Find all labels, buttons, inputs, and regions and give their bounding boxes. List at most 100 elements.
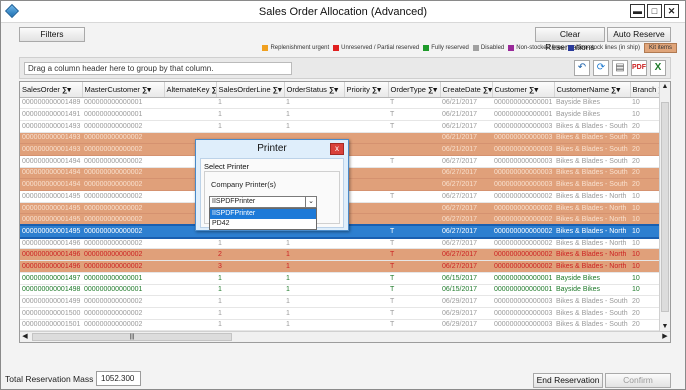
printer-options-list[interactable]: IISPDFPrinter PD42: [209, 208, 317, 230]
table-cell: 000000000000002: [492, 190, 554, 203]
table-cell: [344, 143, 388, 156]
table-row[interactable]: 000000000001497 000000000000001 1 1 T 06/15/2…: [20, 272, 660, 285]
scroll-right-icon[interactable]: ▶: [660, 332, 670, 342]
table-row[interactable]: 000000000001500 000000000000002 1 1 T 06/29/2…: [20, 307, 660, 320]
sum-filter-icon[interactable]: ∑▾: [611, 85, 620, 94]
table-cell: [344, 178, 388, 191]
column-header[interactable]: Customer ∑▾: [492, 82, 555, 98]
horizontal-scroll-thumb[interactable]: |||: [32, 333, 232, 341]
end-reservation-button[interactable]: End Reservation: [533, 373, 603, 388]
table-row[interactable]: 000000000001493 000000000000002 1 1 T 06/21/2…: [20, 120, 660, 133]
table-row[interactable]: 000000000001496 000000000000002 2 1 T 06/27/2…: [20, 248, 660, 262]
vertical-scroll-thumb[interactable]: [661, 102, 669, 312]
sum-filter-icon[interactable]: ∑▾: [428, 85, 437, 94]
undo-icon[interactable]: ↶: [574, 60, 590, 76]
legend-label: Replenishment urgent: [270, 45, 330, 51]
table-row[interactable]: 000000000001501 000000000000002 1 1 T 06/29/2…: [20, 319, 660, 332]
printer-option[interactable]: IISPDFPrinter: [210, 209, 316, 219]
refresh-icon[interactable]: ⟳: [593, 60, 609, 76]
printer-option[interactable]: PD42: [210, 219, 316, 229]
maximize-button[interactable]: □: [647, 4, 662, 18]
table-cell: 06/27/2017: [440, 237, 492, 250]
title-bar: Sales Order Allocation (Advanced) ▬ □ ✕: [1, 1, 685, 23]
column-header[interactable]: CustomerName ∑▾: [554, 82, 631, 98]
column-header[interactable]: CreateDate ∑▾: [440, 82, 493, 98]
print-icon[interactable]: ▤: [612, 60, 628, 76]
sum-filter-icon[interactable]: ∑▾: [483, 85, 491, 94]
group-by-drop-area[interactable]: Drag a column header here to group by th…: [24, 62, 292, 75]
table-cell: 1: [284, 319, 344, 332]
table-cell: 000000000000001: [82, 108, 164, 121]
table-cell: 000000000000002: [82, 342, 164, 343]
table-cell: [344, 120, 388, 133]
table-cell: 000000000001493: [20, 143, 82, 156]
pdf-icon[interactable]: PDF: [631, 60, 647, 76]
filters-button[interactable]: Filters: [19, 27, 85, 42]
sum-filter-icon[interactable]: ∑▾: [273, 85, 282, 94]
column-header[interactable]: OrderType ∑▾: [388, 82, 441, 98]
table-cell: 1: [284, 272, 344, 285]
sum-filter-icon[interactable]: ∑▾: [372, 85, 381, 94]
excel-icon[interactable]: X: [650, 60, 666, 76]
column-header[interactable]: SalesOrderLine ∑▾: [216, 82, 285, 98]
auto-reserve-button[interactable]: Auto Reserve: [607, 27, 671, 42]
table-cell: T: [388, 319, 440, 332]
table-cell: 10: [630, 260, 660, 273]
column-header[interactable]: MasterCustomer ∑▾: [82, 82, 165, 98]
table-cell: [164, 319, 216, 332]
table-row[interactable]: 000000000001496 000000000000002 1 1 T 06/27/2…: [20, 237, 660, 250]
table-cell: 20: [630, 155, 660, 168]
scroll-left-icon[interactable]: ◀: [20, 332, 30, 342]
table-cell: 000000000000003: [492, 295, 554, 308]
table-row[interactable]: 000000000001496 000000000000002 3 1 T 06/27/2…: [20, 260, 660, 273]
table-cell: T: [388, 97, 440, 110]
printer-dialog-close-button[interactable]: x: [330, 143, 344, 155]
clear-reservations-button[interactable]: Clear Reservations: [535, 27, 605, 52]
table-row[interactable]: 000000000001505000000000000002 11 T06/29/2…: [20, 342, 660, 343]
printer-select[interactable]: IISPDFPrinter ⌄: [209, 196, 317, 208]
vertical-scrollbar[interactable]: ▲ ▼: [659, 82, 670, 332]
table-cell: 000000000001494: [20, 178, 82, 191]
select-printer-group-label: Select Printer: [204, 162, 250, 171]
table-cell: T: [388, 342, 440, 343]
confirm-button[interactable]: Confirm: [605, 373, 671, 388]
column-header-label: Customer: [494, 84, 528, 94]
horizontal-scrollbar[interactable]: ◀ ||| ▶: [20, 331, 670, 342]
table-cell: 000000000000002: [82, 237, 164, 250]
table-cell: 000000000000003: [492, 155, 554, 168]
table-cell: 06/15/2017: [440, 284, 492, 297]
total-reservation-mass-label: Total Reservation Mass: [5, 374, 94, 384]
sum-filter-icon[interactable]: ∑▾: [329, 85, 338, 94]
table-cell: 10: [630, 225, 660, 238]
table-cell: [344, 167, 388, 180]
sum-filter-icon[interactable]: ∑▾: [62, 85, 71, 94]
chevron-down-icon[interactable]: ⌄: [305, 197, 316, 207]
table-row[interactable]: 000000000001491 000000000000001 1 1 T 06/21/2…: [20, 108, 660, 121]
column-header[interactable]: Branch∑▾: [630, 82, 661, 98]
scroll-up-icon[interactable]: ▲: [660, 82, 670, 92]
table-cell: [388, 143, 440, 156]
table-cell: [344, 260, 388, 273]
table-cell: 1: [284, 248, 344, 262]
sum-filter-icon[interactable]: ∑▾: [529, 85, 538, 94]
column-header[interactable]: SalesOrder ∑▾: [20, 82, 83, 98]
column-header[interactable]: AlternateKey∑▾: [164, 82, 217, 98]
column-header-label: SalesOrderLine: [218, 84, 271, 94]
table-row[interactable]: 000000000001498 000000000000001 1 1 T 06/15/2…: [20, 284, 660, 297]
table-row[interactable]: 000000000001499 000000000000002 1 1 T 06/29/2…: [20, 295, 660, 308]
table-cell: 000000000000003: [492, 167, 554, 180]
table-cell: 000000000001505: [20, 342, 82, 343]
sum-filter-icon[interactable]: ∑▾: [142, 85, 151, 94]
table-cell: 06/15/2017: [440, 272, 492, 285]
column-header[interactable]: OrderStatus ∑▾: [284, 82, 345, 98]
status-legend: Replenishment urgent Unreserved / Partial…: [262, 43, 677, 53]
minimize-button[interactable]: ▬: [630, 4, 645, 18]
table-row[interactable]: 000000000001489 000000000000001 1 1 T 06/21/2…: [20, 97, 660, 110]
table-cell: 000000000000002: [492, 248, 554, 262]
sum-filter-icon[interactable]: ∑▾: [211, 85, 215, 94]
table-cell: 10: [630, 237, 660, 250]
table-cell: Bikes & Blades - South: [554, 295, 630, 308]
close-button[interactable]: ✕: [664, 4, 679, 18]
column-header[interactable]: Priority ∑▾: [344, 82, 389, 98]
table-cell: 000000000000002: [82, 213, 164, 227]
